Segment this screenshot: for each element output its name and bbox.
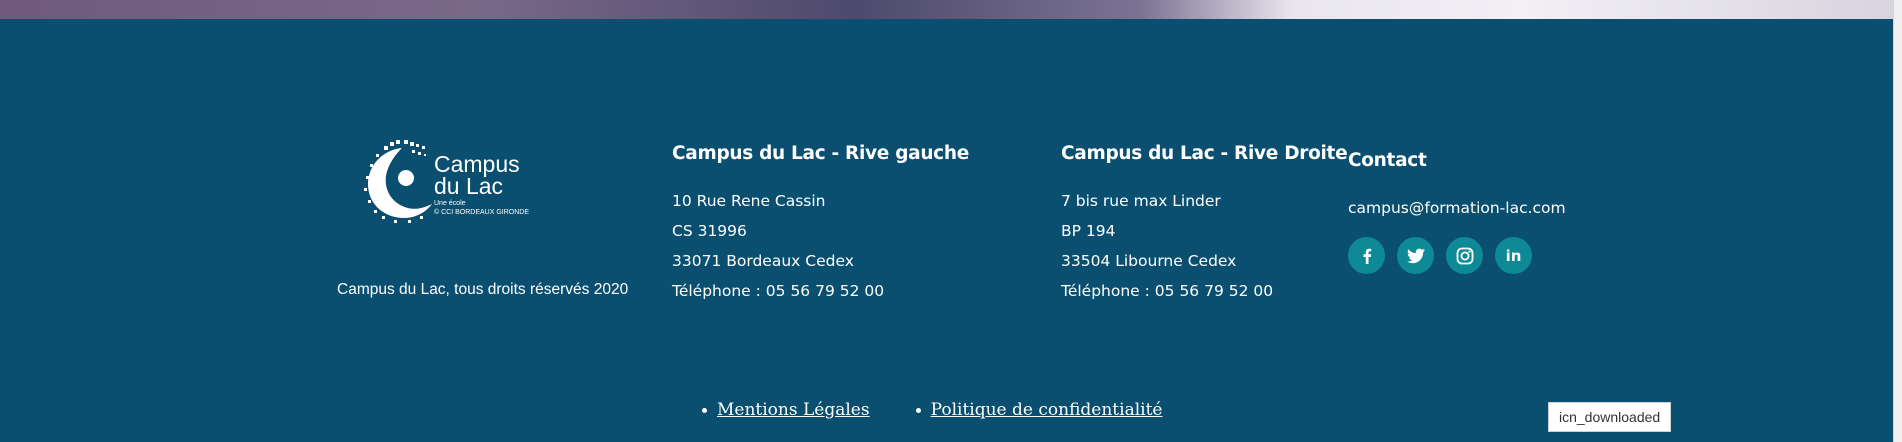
twitter-icon[interactable] bbox=[1397, 237, 1434, 274]
rive-droite-bp: BP 194 bbox=[1061, 222, 1116, 240]
privacy-policy-link[interactable]: Politique de confidentialité bbox=[931, 400, 1163, 420]
contact-email[interactable]: campus@formation-lac.com bbox=[1348, 193, 1566, 223]
legal-item: Mentions Légales bbox=[702, 400, 870, 420]
linkedin-icon[interactable]: in bbox=[1495, 237, 1532, 274]
download-tooltip: icn_downloaded bbox=[1548, 402, 1672, 432]
rive-gauche-city: 33071 Bordeaux Cedex bbox=[672, 252, 854, 270]
scrollbar[interactable] bbox=[1893, 0, 1902, 442]
hero-image-strip bbox=[0, 0, 1902, 19]
logo-tag2: © CCI BORDEAUX GIRONDE bbox=[434, 208, 529, 216]
copyright-text: Campus du Lac, tous droits réservés 2020 bbox=[337, 281, 629, 298]
bullet-icon bbox=[702, 407, 707, 413]
address-rive-gauche: Campus du Lac - Rive gauche 10 Rue Rene … bbox=[672, 143, 969, 306]
bullet-icon bbox=[915, 407, 921, 413]
instagram-icon[interactable] bbox=[1446, 237, 1483, 274]
legal-links: Mentions Légales Politique de confidenti… bbox=[702, 400, 1162, 420]
mentions-legales-link[interactable]: Mentions Légales bbox=[717, 400, 870, 420]
rive-gauche-street: 10 Rue Rene Cassin bbox=[672, 192, 826, 210]
campus-logo[interactable]: Campus du Lac Une école © CCI BORDEAUX G… bbox=[337, 134, 637, 224]
contact-block: Contact campus@formation-lac.com in bbox=[1348, 150, 1566, 274]
social-links: in bbox=[1348, 237, 1566, 274]
rive-droite-title: Campus du Lac - Rive Droite bbox=[1061, 143, 1348, 164]
facebook-icon[interactable] bbox=[1348, 237, 1385, 274]
logo-tag1: Une école bbox=[434, 200, 466, 207]
rive-gauche-title: Campus du Lac - Rive gauche bbox=[672, 143, 969, 164]
rive-droite-phone: Téléphone : 05 56 79 52 00 bbox=[1061, 282, 1274, 300]
legal-item: Politique de confidentialité bbox=[915, 400, 1163, 420]
rive-droite-city: 33504 Libourne Cedex bbox=[1061, 252, 1237, 270]
contact-title: Contact bbox=[1348, 150, 1427, 171]
address-rive-droite: Campus du Lac - Rive Droite 7 bis rue ma… bbox=[1061, 143, 1348, 306]
rive-droite-street: 7 bis rue max Linder bbox=[1061, 192, 1221, 210]
rive-gauche-phone: Téléphone : 05 56 79 52 00 bbox=[672, 282, 885, 300]
logo-text-line2: du Lac bbox=[434, 173, 503, 199]
rive-gauche-cs: CS 31996 bbox=[672, 222, 747, 240]
campus-logo-mark: Campus du Lac Une école © CCI BORDEAUX G… bbox=[364, 140, 529, 223]
site-footer: Campus du Lac Une école © CCI BORDEAUX G… bbox=[0, 19, 1902, 442]
